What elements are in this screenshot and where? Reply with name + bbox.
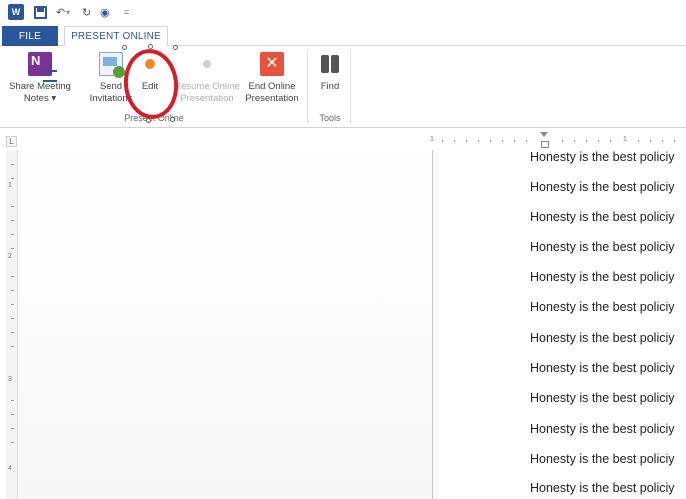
- redo-icon[interactable]: ↻: [82, 4, 91, 20]
- end-presentation-icon: ✕: [260, 52, 284, 76]
- word-app-icon[interactable]: W: [8, 4, 24, 20]
- undo-icon[interactable]: ↶: [56, 4, 65, 20]
- end-label-1: End Online: [248, 81, 296, 92]
- vruler-number: 4: [8, 465, 12, 472]
- tab-selector[interactable]: L: [6, 136, 17, 147]
- vruler-number: 3: [8, 376, 12, 383]
- send-invitations-icon: [99, 52, 125, 78]
- document-page[interactable]: [433, 150, 686, 499]
- document-line[interactable]: Honesty is the best policiy: [530, 180, 675, 194]
- selection-handle[interactable]: [170, 117, 175, 122]
- selection-handle[interactable]: [122, 45, 127, 50]
- document-line[interactable]: Honesty is the best policiy: [530, 391, 675, 405]
- vertical-ruler: 1 2 3 4: [6, 150, 18, 499]
- group-label-tools: Tools: [319, 113, 341, 123]
- document-line[interactable]: Honesty is the best policiy: [530, 331, 675, 345]
- find-button[interactable]: Find: [314, 52, 346, 93]
- vruler-number: 1: [8, 182, 12, 189]
- document-line[interactable]: Honesty is the best policiy: [530, 150, 675, 164]
- document-line[interactable]: Honesty is the best policiy: [530, 210, 675, 224]
- find-label: Find: [320, 81, 340, 92]
- resume-label-2: Presentation: [180, 93, 234, 104]
- end-label-2: Presentation: [245, 93, 299, 104]
- resume-online-presentation-button[interactable]: Resume Online Presentation: [172, 52, 242, 105]
- ribbon-tabs: FILE PRESENT ONLINE: [0, 24, 686, 47]
- hruler-number: 1: [623, 136, 627, 143]
- document-line[interactable]: Honesty is the best policiy: [530, 481, 675, 495]
- binoculars-icon: [320, 52, 340, 76]
- resume-dot-icon: [195, 52, 219, 76]
- quick-access-toolbar: W ↶ ▾ ↻ ◉ =: [0, 0, 686, 24]
- tab-present-online[interactable]: PRESENT ONLINE: [64, 26, 168, 47]
- document-line[interactable]: Honesty is the best policiy: [530, 361, 675, 375]
- document-line[interactable]: Honesty is the best policiy: [530, 300, 675, 314]
- share-meeting-notes-label-2: Notes ▾: [23, 93, 57, 104]
- indent-marker[interactable]: [540, 132, 549, 148]
- save-icon[interactable]: [34, 4, 47, 20]
- document-line[interactable]: Honesty is the best policiy: [530, 452, 675, 466]
- resume-label-1: Resume Online: [174, 81, 240, 92]
- share-meeting-notes-label-1: Share Meeting: [9, 81, 71, 92]
- end-online-presentation-button[interactable]: ✕ End Online Presentation: [241, 52, 303, 105]
- tab-file[interactable]: FILE: [2, 26, 58, 46]
- word-logo-icon: W: [8, 4, 24, 20]
- group-separator: [307, 50, 308, 124]
- document-line[interactable]: Honesty is the best policiy: [530, 240, 675, 254]
- document-line[interactable]: Honesty is the best policiy: [530, 270, 675, 284]
- onenote-icon: [28, 52, 57, 82]
- group-separator: [350, 50, 351, 124]
- send-invitations-label-1: Send: [99, 81, 123, 92]
- touch-mode-icon[interactable]: ◉: [100, 4, 110, 20]
- hruler-number: 1: [430, 136, 434, 143]
- selection-handle[interactable]: [173, 45, 178, 50]
- share-meeting-notes-button[interactable]: Share Meeting Notes ▾: [4, 52, 76, 105]
- document-workspace: [18, 136, 432, 499]
- document-line[interactable]: Honesty is the best policiy: [530, 422, 675, 436]
- ribbon: Share Meeting Notes ▾ Send Invitations E…: [0, 46, 686, 128]
- customize-qat-icon[interactable]: =: [124, 4, 129, 20]
- horizontal-ruler: 1 1: [430, 136, 686, 146]
- undo-dropdown-icon[interactable]: ▾: [66, 4, 70, 20]
- vruler-number: 2: [8, 253, 12, 260]
